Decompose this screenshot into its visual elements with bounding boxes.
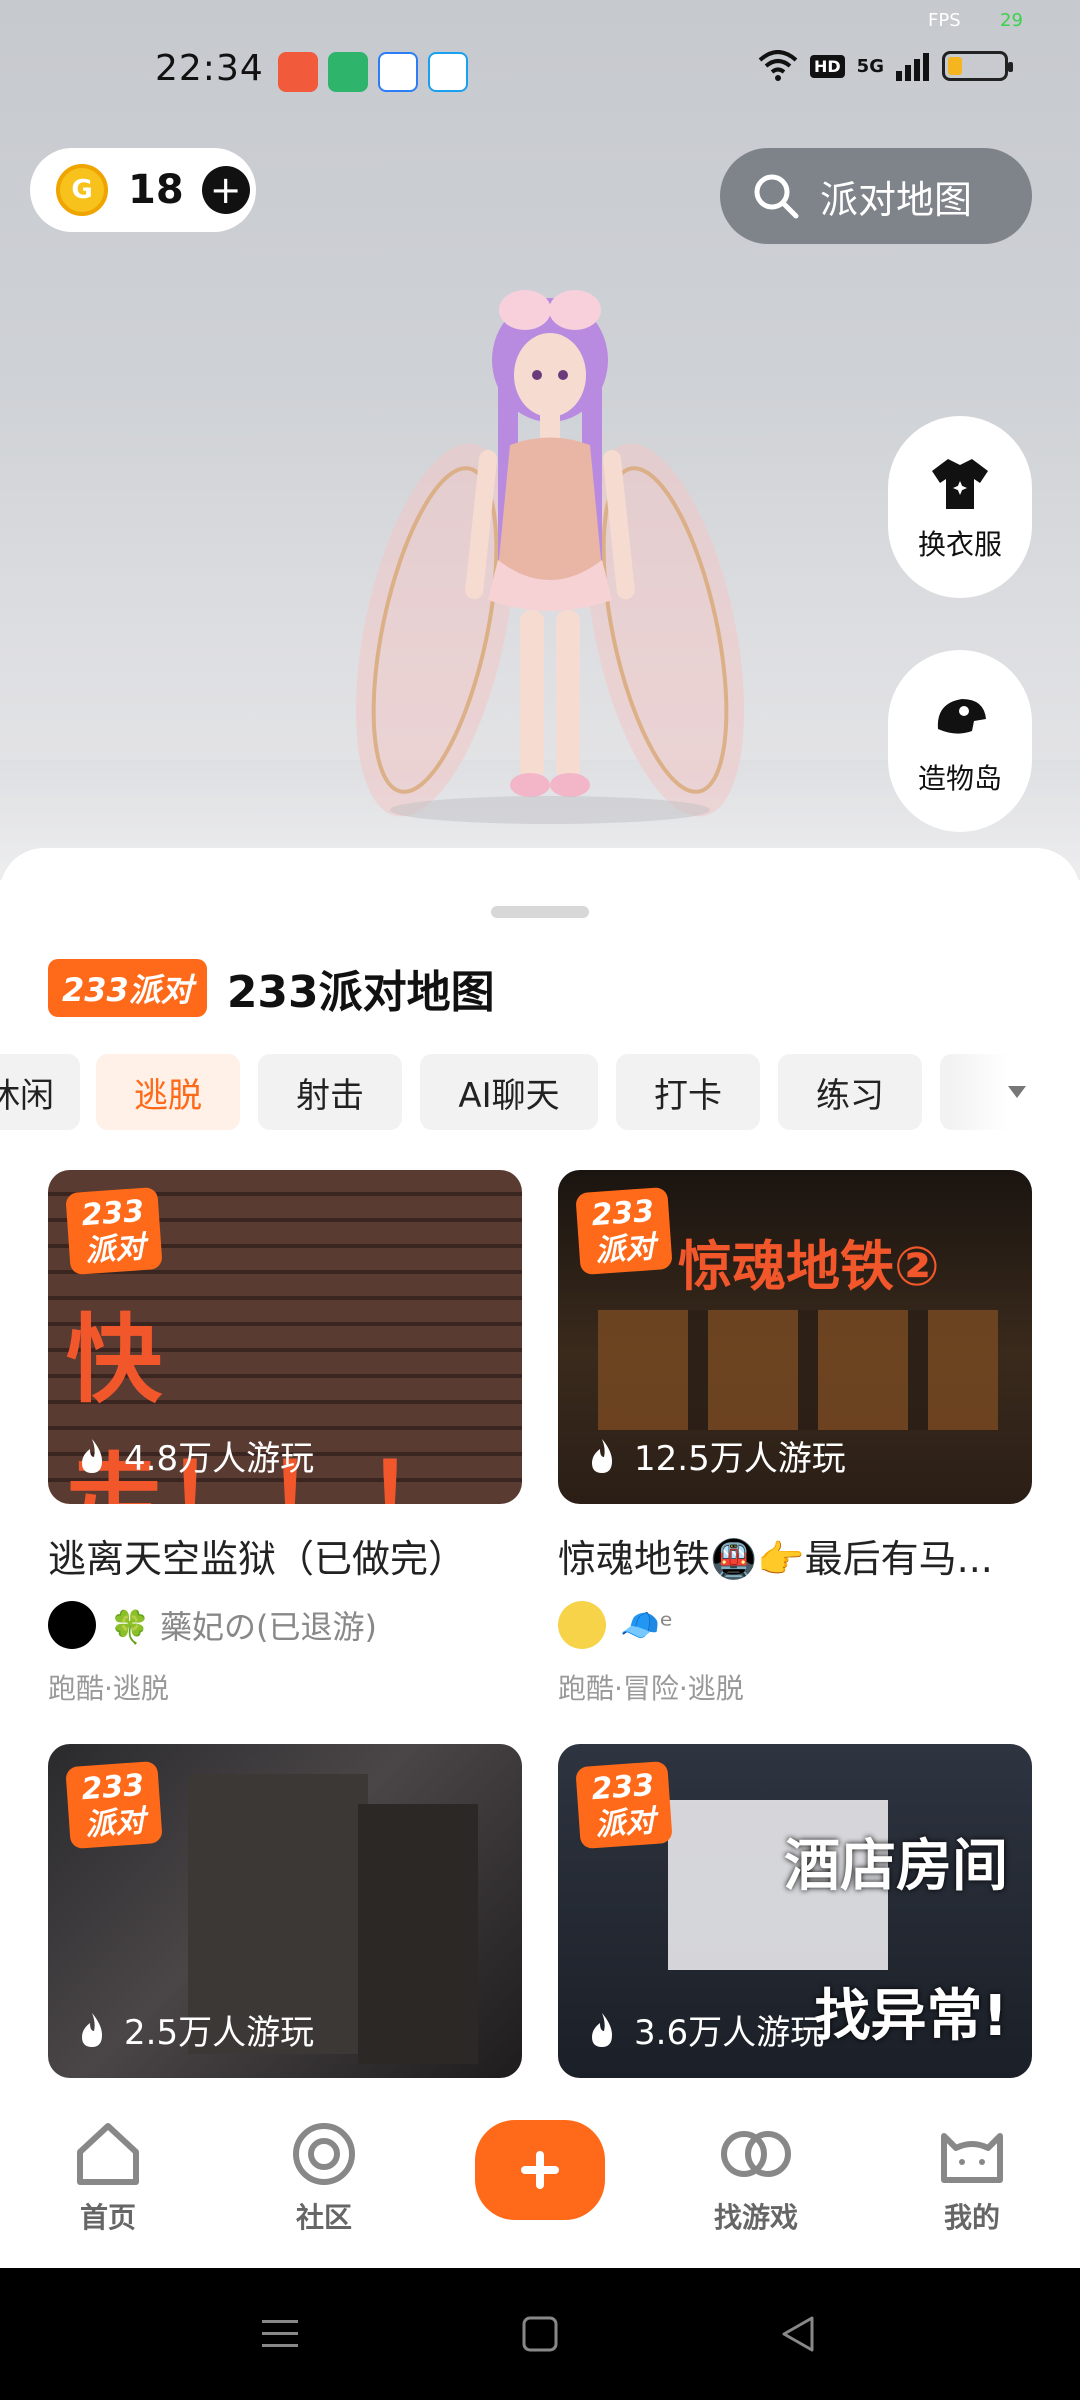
change-outfit-label: 换衣服: [917, 528, 1002, 561]
play-count: 3.6万人游玩: [586, 2005, 824, 2054]
tab-checkin[interactable]: 打卡: [616, 1054, 760, 1130]
notification-icons: [278, 52, 468, 92]
avatar-scene[interactable]: 22:34 FPS 29 HD 5G G 18 + 派对地图 换衣服 造物岛: [0, 0, 1080, 880]
browser-app-icon: [428, 52, 468, 92]
play-count: 2.5万人游玩: [76, 2005, 314, 2054]
app-notification-icon: [328, 52, 368, 92]
fire-icon: [592, 1438, 612, 1473]
nav-community[interactable]: 社区: [254, 2118, 394, 2236]
create-button[interactable]: [475, 2120, 605, 2220]
bottom-nav: 首页 社区 找游戏 我的: [0, 2088, 1080, 2268]
home-square-icon[interactable]: [518, 2312, 562, 2356]
section-title: 233派对地图: [226, 967, 495, 1018]
game-tags: 跑酷·冒险·逃脱: [558, 1672, 744, 1705]
play-count-text: 12.5万人游玩: [634, 1439, 846, 1479]
plus-icon: [521, 2151, 559, 2189]
nav-community-label: 社区: [295, 2201, 352, 2234]
game-title: 惊魂地铁🚇👉最后有马...: [558, 1537, 993, 1581]
game-tags: 跑酷·逃脱: [48, 1672, 169, 1705]
nav-find-games-label: 找游戏: [713, 2201, 798, 2234]
back-icon[interactable]: [776, 2312, 820, 2356]
coin-icon: G: [56, 164, 108, 216]
tab-ai-chat[interactable]: AI聊天: [420, 1054, 598, 1130]
brand-logo: 233派对: [575, 1186, 673, 1276]
search-icon: [754, 174, 799, 219]
avatar: [558, 1601, 606, 1649]
nav-profile[interactable]: 我的: [902, 2118, 1042, 2236]
brand-logo: 233派对: [65, 1760, 163, 1850]
play-count-text: 2.5万人游玩: [124, 2013, 315, 2053]
system-nav-bar: [0, 2268, 1080, 2400]
community-icon: [293, 2123, 355, 2185]
status-time: 22:34: [155, 48, 264, 89]
battery-icon: [941, 51, 1013, 81]
author-name: 🍀 藥妃の(已退游): [110, 1608, 377, 1646]
wifi-icon: [758, 50, 798, 81]
play-count: 4.8万人游玩: [76, 1431, 314, 1480]
game-author: 🧢ᵉ: [558, 1601, 1032, 1649]
game-author: 🍀 藥妃の(已退游): [48, 1601, 522, 1649]
section-header: 233派对 233派对地图: [48, 956, 495, 1020]
category-tabs: 休闲 逃脱 射击 AI聊天 打卡 练习: [0, 1054, 1080, 1130]
home-icon: [77, 2123, 139, 2185]
chevron-down-icon[interactable]: [1004, 1078, 1030, 1104]
coin-balance[interactable]: G 18 +: [30, 148, 256, 232]
signal-icon: [895, 53, 929, 81]
fps-label: FPS: [928, 10, 961, 31]
game-card[interactable]: 233派对 惊魂地铁② 12.5万人游玩 惊魂地铁🚇👉最后有马... 🧢ᵉ 跑酷…: [558, 1170, 1032, 1707]
game-cover[interactable]: 233派对 2.5万人游玩: [48, 1744, 522, 2078]
fps-value: 29: [1000, 10, 1023, 31]
brand-badge: 233派对: [48, 959, 207, 1017]
play-count: 12.5万人游玩: [586, 1431, 846, 1480]
tshirt-icon: [932, 459, 988, 509]
game-title: 逃离天空监狱（已做完）: [48, 1537, 467, 1581]
author-name: 🧢ᵉ: [620, 1606, 674, 1644]
map-bottom-sheet: 233派对 233派对地图 休闲 逃脱 射击 AI聊天 打卡 练习 233派对 …: [0, 848, 1080, 2268]
game-card[interactable]: 233派对 酒店房间 找异常! 3.6万人游玩: [558, 1744, 1032, 2078]
brand-logo: 233派对: [65, 1186, 163, 1276]
play-count-text: 4.8万人游玩: [124, 1439, 315, 1479]
status-bar: 22:34 FPS 29 HD 5G: [0, 0, 1080, 110]
creation-island-label: 造物岛: [917, 762, 1002, 795]
tab-practice[interactable]: 练习: [778, 1054, 922, 1130]
cover-title: 惊魂地铁②: [678, 1235, 940, 1298]
sheet-drag-handle[interactable]: [491, 906, 589, 918]
hat-icon: [937, 699, 986, 734]
find-games-icon: [721, 2131, 791, 2177]
game-cover[interactable]: 233派对 快走！！！ 4.8万人游玩: [48, 1170, 522, 1504]
creation-island-button[interactable]: 造物岛: [888, 650, 1032, 832]
play-count-text: 3.6万人游玩: [634, 2013, 825, 2053]
game-cover[interactable]: 233派对 酒店房间 找异常! 3.6万人游玩: [558, 1744, 1032, 2078]
fire-icon: [592, 2012, 612, 2047]
avatar: [48, 1601, 96, 1649]
system-icons: HD 5G: [758, 50, 1013, 82]
change-outfit-button[interactable]: 换衣服: [888, 416, 1032, 598]
search-button[interactable]: 派对地图: [720, 148, 1032, 244]
profile-cat-icon: [941, 2133, 1003, 2183]
fire-icon: [82, 2012, 102, 2047]
nav-home-label: 首页: [79, 2201, 136, 2234]
menu-icon[interactable]: [258, 2312, 302, 2356]
app-notification-icon: [278, 52, 318, 92]
search-label: 派对地图: [820, 177, 973, 222]
avatar-character[interactable]: [340, 270, 760, 830]
search-app-icon: [378, 52, 418, 92]
tab-casual[interactable]: 休闲: [0, 1054, 80, 1130]
add-coins-button[interactable]: +: [201, 166, 250, 214]
nav-profile-label: 我的: [943, 2201, 1000, 2234]
fire-icon: [82, 1438, 102, 1473]
game-card[interactable]: 233派对 快走！！！ 4.8万人游玩 逃离天空监狱（已做完） 🍀 藥妃の(已退…: [48, 1170, 522, 1707]
tab-shooting[interactable]: 射击: [258, 1054, 402, 1130]
hd-badge: HD: [810, 54, 845, 78]
network-label: 5G: [856, 55, 884, 77]
coin-count: 18: [128, 167, 184, 213]
nav-home[interactable]: 首页: [38, 2118, 178, 2236]
tab-escape[interactable]: 逃脱: [96, 1054, 240, 1130]
nav-find-games[interactable]: 找游戏: [686, 2118, 826, 2236]
game-card[interactable]: 233派对 2.5万人游玩: [48, 1744, 522, 2078]
game-cover[interactable]: 233派对 惊魂地铁② 12.5万人游玩: [558, 1170, 1032, 1504]
brand-logo: 233派对: [575, 1760, 673, 1850]
